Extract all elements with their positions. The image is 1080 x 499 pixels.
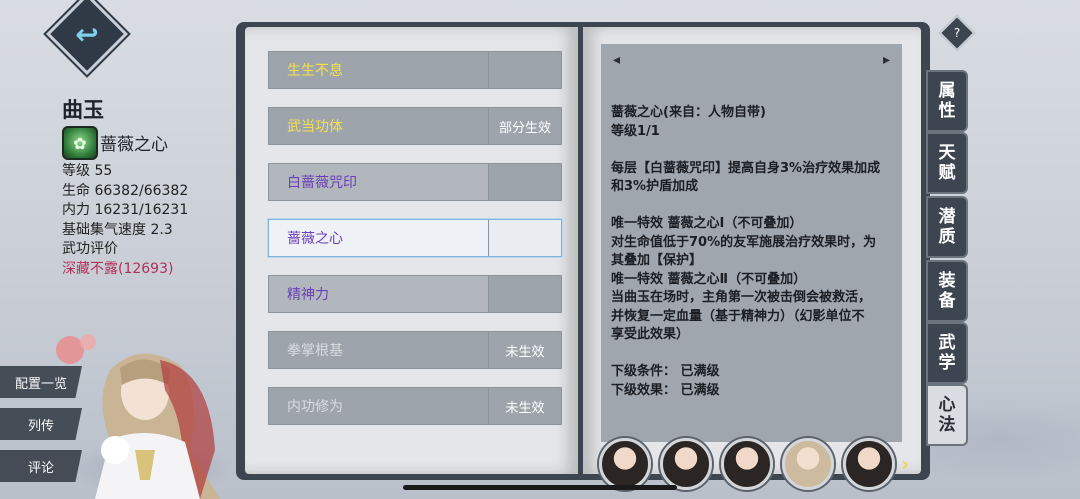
tab-label: 潜质 (938, 207, 956, 247)
skill-row[interactable]: 拳掌根基 未生效 (268, 331, 562, 369)
tab-potential[interactable]: 潜质 (926, 196, 968, 258)
desc-source: 蔷薇之心(来自：人物自带) (611, 105, 766, 120)
skill-row[interactable]: 内功修为 未生效 (268, 387, 562, 425)
left-menu: 配置一览 列传 评论 (0, 366, 82, 492)
tab-attributes[interactable]: 属性 (926, 70, 968, 132)
tab-inner-method[interactable]: 心法 (926, 384, 968, 446)
skill-state: 未生效 (505, 400, 545, 416)
tab-label: 武学 (938, 333, 956, 373)
skill-row-selected[interactable]: 蔷薇之心 (268, 219, 562, 257)
desc-text: 其叠加【保护】 (611, 253, 703, 268)
skill-name: 拳掌根基 (269, 332, 489, 368)
desc-text: 每层【白蔷薇咒印】提高自身3%治疗效果加成 (611, 160, 881, 176)
description-nav: ◂ ▸ (601, 44, 902, 79)
party-avatar[interactable] (843, 438, 895, 490)
core-skill-name: 蔷薇之心 (100, 135, 168, 155)
stat-rating-value: 深藏不露(12693) (62, 260, 174, 277)
skill-name: 白蔷薇咒印 (269, 164, 489, 200)
prev-arrow-icon[interactable]: ◂ (613, 52, 620, 68)
desc-text: 和3%护盾加成 (611, 179, 699, 194)
next-page-arrow-icon[interactable]: › (901, 452, 909, 476)
skill-state: 部分生效 (498, 120, 551, 136)
skill-state (489, 52, 561, 88)
biography-button[interactable]: 列传 (0, 408, 82, 440)
desc-text: 唯一特效 蔷薇之心Ⅰ（不可叠加） (611, 216, 803, 231)
config-overview-button[interactable]: 配置一览 (0, 366, 82, 398)
back-button[interactable]: ↩ (45, 0, 129, 76)
party-avatar[interactable] (782, 438, 834, 490)
desc-text: 当曲玉在场时，主角第一次被击倒会被救活， (611, 290, 872, 305)
skill-name: 生生不息 (269, 52, 489, 88)
skill-state: 未生效 (505, 344, 545, 360)
stat-charge-speed: 基础集气速度 2.3 (62, 221, 173, 238)
tab-martial-arts[interactable]: 武学 (926, 322, 968, 384)
character-stats: 等级 55 生命 66382/66382 内力 16231/16231 基础集气… (62, 162, 188, 279)
skill-state (489, 276, 561, 312)
stat-level: 等级 55 (62, 163, 113, 179)
desc-text: 并恢复一定血量（基于精神力）（幻影单位不 (611, 308, 865, 324)
skill-name: 内功修为 (269, 388, 489, 424)
stat-rating-label: 武功评价 (62, 241, 118, 257)
skill-row[interactable]: 白蔷薇咒印 (268, 163, 562, 201)
party-avatar[interactable] (660, 438, 712, 490)
help-button[interactable]: ? (938, 14, 976, 52)
tab-label: 天赋 (938, 143, 956, 183)
tab-label: 装备 (938, 271, 956, 311)
skill-row[interactable]: 生生不息 (268, 51, 562, 89)
skill-name: 蔷薇之心 (269, 220, 489, 256)
skill-name: 武当功体 (269, 108, 489, 144)
tab-label: 心法 (938, 395, 956, 435)
character-name: 曲玉 (62, 98, 104, 122)
desc-text: 享受此效果） (611, 327, 690, 342)
tab-label: 属性 (938, 81, 956, 121)
return-arrow-icon: ↩ (75, 17, 99, 51)
desc-text: 唯一特效 蔷薇之心Ⅱ（不可叠加） (611, 271, 807, 287)
skill-state (489, 164, 561, 200)
home-indicator[interactable] (403, 485, 677, 490)
desc-next-condition: 下级条件： 已满级 (611, 364, 720, 379)
comments-button[interactable]: 评论 (0, 450, 82, 482)
desc-text: 对生命值低于70%的友军施展治疗效果时，为 (611, 234, 877, 250)
rose-heart-icon[interactable]: ✿ (62, 126, 98, 160)
party-avatar[interactable] (721, 438, 773, 490)
desc-next-effect: 下级效果： 已满级 (611, 382, 720, 398)
skill-row[interactable]: 武当功体 部分生效 (268, 107, 562, 145)
skill-name: 精神力 (269, 276, 489, 312)
skill-row[interactable]: 精神力 (268, 275, 562, 313)
stat-hp: 生命 66382/66382 (62, 182, 189, 199)
tab-equipment[interactable]: 装备 (926, 260, 968, 322)
next-arrow-icon[interactable]: ▸ (883, 52, 890, 68)
desc-level: 等级1/1 (611, 123, 660, 139)
tab-talent[interactable]: 天赋 (926, 132, 968, 194)
stat-mp: 内力 16231/16231 (62, 202, 189, 218)
party-avatar[interactable] (599, 438, 651, 490)
help-icon: ? (953, 26, 961, 40)
skill-description: 蔷薇之心(来自：人物自带) 等级1/1 每层【白蔷薇咒印】提高自身3%治疗效果加… (611, 104, 897, 400)
skill-state (489, 220, 561, 256)
